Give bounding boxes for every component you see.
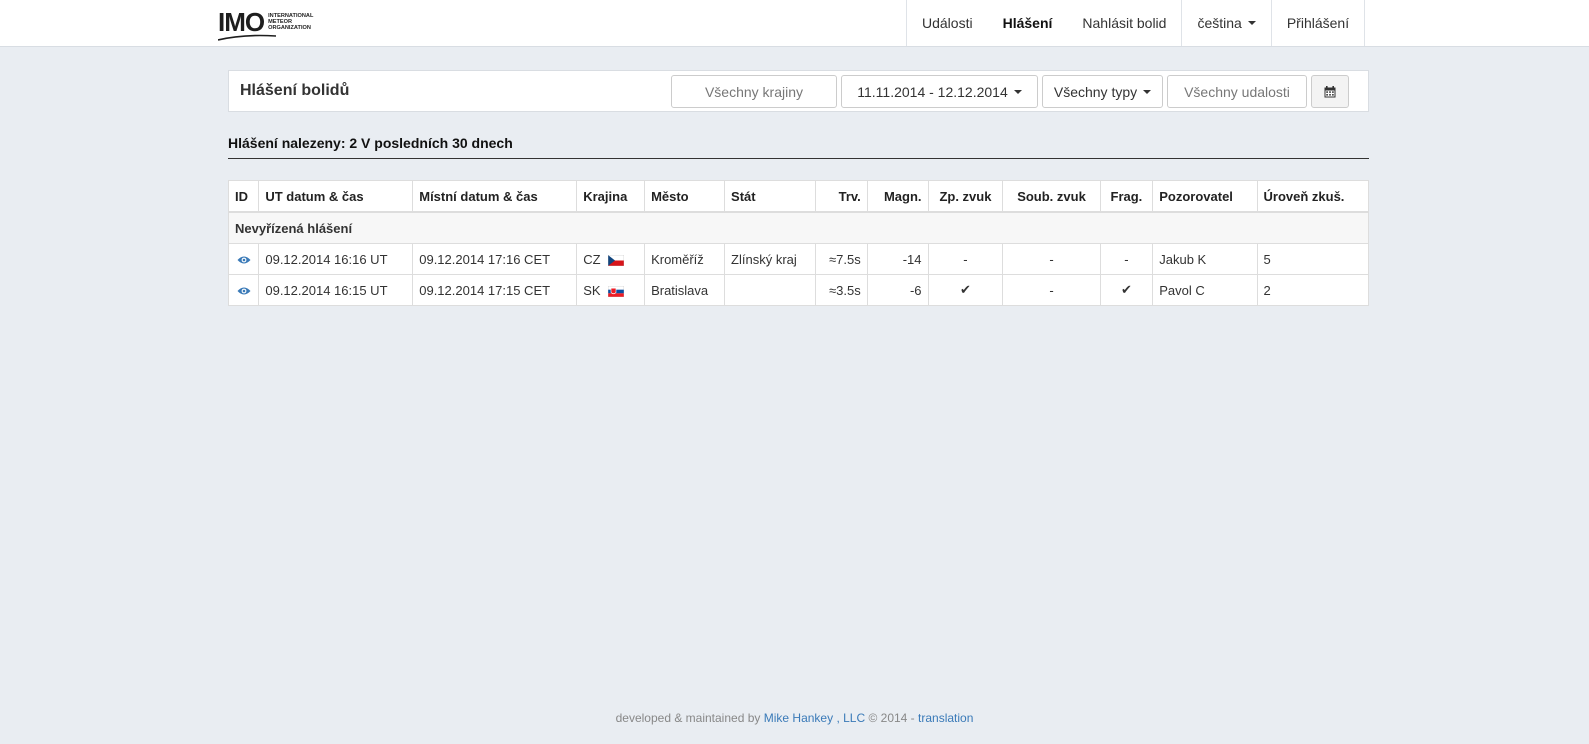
col-observer[interactable]: Pozorovatel [1152,180,1258,213]
nav-login[interactable]: Přihlášení [1270,0,1366,46]
main-nav: Události Hlášení Nahlásit bolid čeština … [906,0,1366,46]
date-range-dropdown[interactable]: 11.11.2014 - 12.12.2014 [841,75,1038,108]
caret-down-icon [1013,89,1022,94]
cell-simultaneous-sound: - [1002,243,1101,275]
flag-cz-icon [608,254,625,266]
cell-delayed-sound: - [927,243,1004,275]
events-filter-input[interactable] [1167,75,1307,108]
country-filter-input[interactable] [671,75,837,108]
cell-magnitude: -14 [866,243,929,275]
cell-city: Kroměříž [644,243,726,275]
logo-swoosh-icon [218,34,276,41]
imo-logo[interactable]: IMO INTERNATIONAL METEOR ORGANIZATION [218,7,313,41]
country-code: CZ [583,251,601,267]
top-navbar: IMO INTERNATIONAL METEOR ORGANIZATION Ud… [0,0,1589,47]
cell-local-datetime: 09.12.2014 17:15 CET [412,274,578,306]
footer: developed & maintained by Mike Hankey , … [0,711,1589,725]
group-label: Nevyřízená hlášení [228,211,1369,244]
view-report-button[interactable] [227,274,260,306]
cell-observer: Jakub K [1152,243,1258,275]
col-id[interactable]: ID [227,180,260,213]
caret-down-icon [1247,21,1256,25]
view-report-button[interactable] [227,243,260,275]
nav-language-dropdown[interactable]: čeština [1181,0,1270,46]
col-state[interactable]: Stát [724,180,817,213]
col-country[interactable]: Krajina [576,180,646,213]
logo-sub-line3: ORGANIZATION [268,25,311,31]
cell-experience: 5 [1256,243,1369,275]
footer-copyright: © 2014 - [868,711,915,725]
footer-author-link[interactable]: Mike Hankey [764,711,833,725]
cell-experience: 2 [1256,274,1369,306]
cell-city: Bratislava [644,274,726,306]
types-dropdown[interactable]: Všechny typy [1042,75,1163,108]
results-count-heading: Hlášení nalezeny: 2 V posledních 30 dnec… [228,135,1369,159]
table-header-row: ID UT datum & čas Místní datum & čas Kra… [227,180,1369,213]
cell-local-datetime: 09.12.2014 17:16 CET [412,243,578,275]
page-title: Hlášení bolidů [240,82,350,99]
table-row[interactable]: 09.12.2014 16:15 UT 09.12.2014 17:15 CET… [227,274,1369,306]
flag-sk-icon [608,285,625,297]
reports-table: ID UT datum & čas Místní datum & čas Kra… [227,180,1369,306]
nav-language-label: čeština [1197,15,1242,31]
col-experience[interactable]: Úroveň zkuš. [1256,180,1369,213]
cell-delayed-sound: ✔ [927,274,1004,306]
cell-country: CZ [576,243,646,275]
cell-duration: ≈3.5s [815,274,868,306]
cell-observer: Pavol C [1152,274,1258,306]
cell-duration: ≈7.5s [815,243,868,275]
cell-ut-datetime: 09.12.2014 16:15 UT [258,274,414,306]
cell-state: Zlínský kraj [724,243,817,275]
col-local-datetime[interactable]: Místní datum & čas [412,180,578,213]
types-label: Všechny typy [1053,83,1138,100]
logo-text: IMO [218,7,265,37]
col-ut-datetime[interactable]: UT datum & čas [258,180,414,213]
cell-magnitude: -6 [866,274,929,306]
cell-fragmentation: - [1099,243,1154,275]
caret-down-icon [1143,89,1152,94]
date-range-label: 11.11.2014 - 12.12.2014 [857,83,1008,100]
col-simultaneous-sound[interactable]: Soub. zvuk [1002,180,1101,213]
calendar-icon [1324,85,1336,97]
col-fragmentation[interactable]: Frag. [1099,180,1154,213]
cell-fragmentation: ✔ [1099,274,1154,306]
footer-company-link[interactable]: , LLC [836,711,865,725]
country-code: SK [583,282,601,298]
nav-reports[interactable]: Hlášení [988,0,1068,46]
eye-icon[interactable] [237,286,251,296]
cell-simultaneous-sound: - [1002,274,1101,306]
cell-state [724,274,817,306]
eye-icon[interactable] [237,255,251,265]
col-delayed-sound[interactable]: Zp. zvuk [927,180,1004,213]
cell-country: SK [576,274,646,306]
nav-events[interactable]: Události [906,0,988,46]
table-row[interactable]: 09.12.2014 16:16 UT 09.12.2014 17:16 CET… [227,243,1369,275]
nav-report-fireball[interactable]: Nahlásit bolid [1067,0,1181,46]
col-city[interactable]: Město [644,180,726,213]
group-row-pending: Nevyřízená hlášení [228,211,1369,244]
col-magnitude[interactable]: Magn. [866,180,929,213]
footer-prefix: developed & maintained by [615,711,761,725]
footer-translation-link[interactable]: translation [918,711,973,725]
cell-ut-datetime: 09.12.2014 16:16 UT [258,243,414,275]
calendar-button[interactable] [1311,75,1349,108]
filter-panel: Hlášení bolidů 11.11.2014 - 12.12.2014 V… [228,70,1369,112]
logo-subtitle: INTERNATIONAL METEOR ORGANIZATION [268,13,313,31]
col-duration[interactable]: Trv. [815,180,868,213]
